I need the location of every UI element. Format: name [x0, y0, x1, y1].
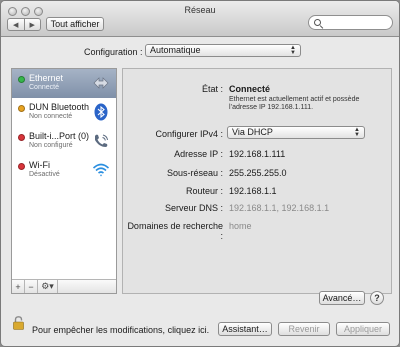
ip-address-label: Adresse IP :: [174, 149, 223, 159]
network-preferences-window: Réseau ◀ ▶ Tout afficher Configuration :…: [0, 0, 400, 347]
service-status: Connecté: [29, 84, 59, 91]
lock-message: Pour empêcher les modifications, cliquez…: [32, 325, 210, 335]
configuration-select[interactable]: Automatique ▲ ▼: [145, 44, 301, 57]
service-details-panel: État : Connecté Ethernet est actuellemen…: [122, 68, 392, 305]
service-name: Built-i...Port (0): [29, 131, 90, 141]
assistant-button[interactable]: Assistant…: [218, 322, 272, 336]
advanced-button[interactable]: Avancé…: [319, 291, 365, 305]
gear-menu-button[interactable]: ⚙▾: [38, 280, 58, 293]
help-button[interactable]: ?: [370, 291, 384, 305]
status-dot: [18, 76, 25, 83]
service-name: DUN Bluetooth: [29, 102, 90, 112]
forward-icon[interactable]: ▶: [23, 19, 41, 30]
back-forward-control: ◀ ▶: [7, 18, 41, 31]
wifi-icon: [92, 163, 110, 177]
title-bar: Réseau ◀ ▶ Tout afficher: [1, 1, 399, 37]
service-name: Wi-Fi: [29, 160, 50, 170]
dns-server-label: Serveur DNS :: [164, 203, 223, 213]
ethernet-arrows-icon: [93, 77, 109, 89]
popup-arrows-icon: ▲ ▼: [290, 45, 296, 56]
service-list: Ethernet Connecté DUN Bluetooth Non conn…: [11, 68, 117, 294]
lock-icon[interactable]: [13, 316, 24, 330]
configure-ipv4-value: Via DHCP: [232, 127, 273, 137]
state-value: Connecté: [229, 84, 271, 94]
phone-icon: [95, 134, 108, 147]
service-status: Non connecté: [29, 113, 73, 120]
popup-arrows-icon: ▲ ▼: [354, 127, 360, 138]
configure-ipv4-label: Configurer IPv4 :: [155, 129, 223, 139]
subnet-value: 255.255.255.0: [229, 168, 287, 178]
router-value: 192.168.1.1: [229, 186, 277, 196]
service-item-built-in-port[interactable]: Built-i...Port (0) Non configuré: [12, 127, 116, 156]
bluetooth-icon: [94, 103, 108, 121]
remove-service-button[interactable]: −: [25, 280, 38, 293]
configuration-label: Configuration :: [84, 47, 143, 57]
status-dot: [18, 105, 25, 112]
apply-button[interactable]: Appliquer: [336, 322, 390, 336]
state-description-line1: Ethernet est actuellement actif et possè…: [229, 96, 360, 103]
state-label: État :: [201, 84, 223, 94]
revert-button[interactable]: Revenir: [278, 322, 330, 336]
search-icon: [314, 19, 321, 26]
add-service-button[interactable]: +: [12, 280, 25, 293]
status-dot: [18, 134, 25, 141]
dns-server-value: 192.168.1.1, 192.168.1.1: [229, 203, 330, 213]
search-domains-value: home: [229, 221, 252, 231]
configuration-value: Automatique: [150, 45, 201, 55]
service-item-ethernet[interactable]: Ethernet Connecté: [12, 69, 116, 98]
configure-ipv4-select[interactable]: Via DHCP ▲ ▼: [227, 126, 365, 139]
window-title: Réseau: [184, 5, 216, 15]
search-field[interactable]: [308, 15, 393, 30]
router-label: Routeur :: [185, 186, 223, 196]
search-domains-label: Domaines de recherche :: [127, 221, 223, 241]
service-status: Désactivé: [29, 171, 60, 178]
state-description-line2: l’adresse IP 192.168.1.111.: [229, 104, 314, 111]
ip-address-value: 192.168.1.111: [229, 149, 286, 159]
service-name: Ethernet: [29, 73, 64, 83]
back-icon[interactable]: ◀: [8, 19, 24, 30]
status-dot: [18, 163, 25, 170]
service-list-toolbar: + − ⚙▾: [12, 279, 116, 293]
service-status: Non configuré: [29, 142, 73, 149]
service-item-wifi[interactable]: Wi-Fi Désactivé: [12, 156, 116, 185]
subnet-label: Sous-réseau :: [166, 168, 223, 178]
service-item-dun-bluetooth[interactable]: DUN Bluetooth Non connecté: [12, 98, 116, 127]
show-all-button[interactable]: Tout afficher: [46, 17, 104, 31]
